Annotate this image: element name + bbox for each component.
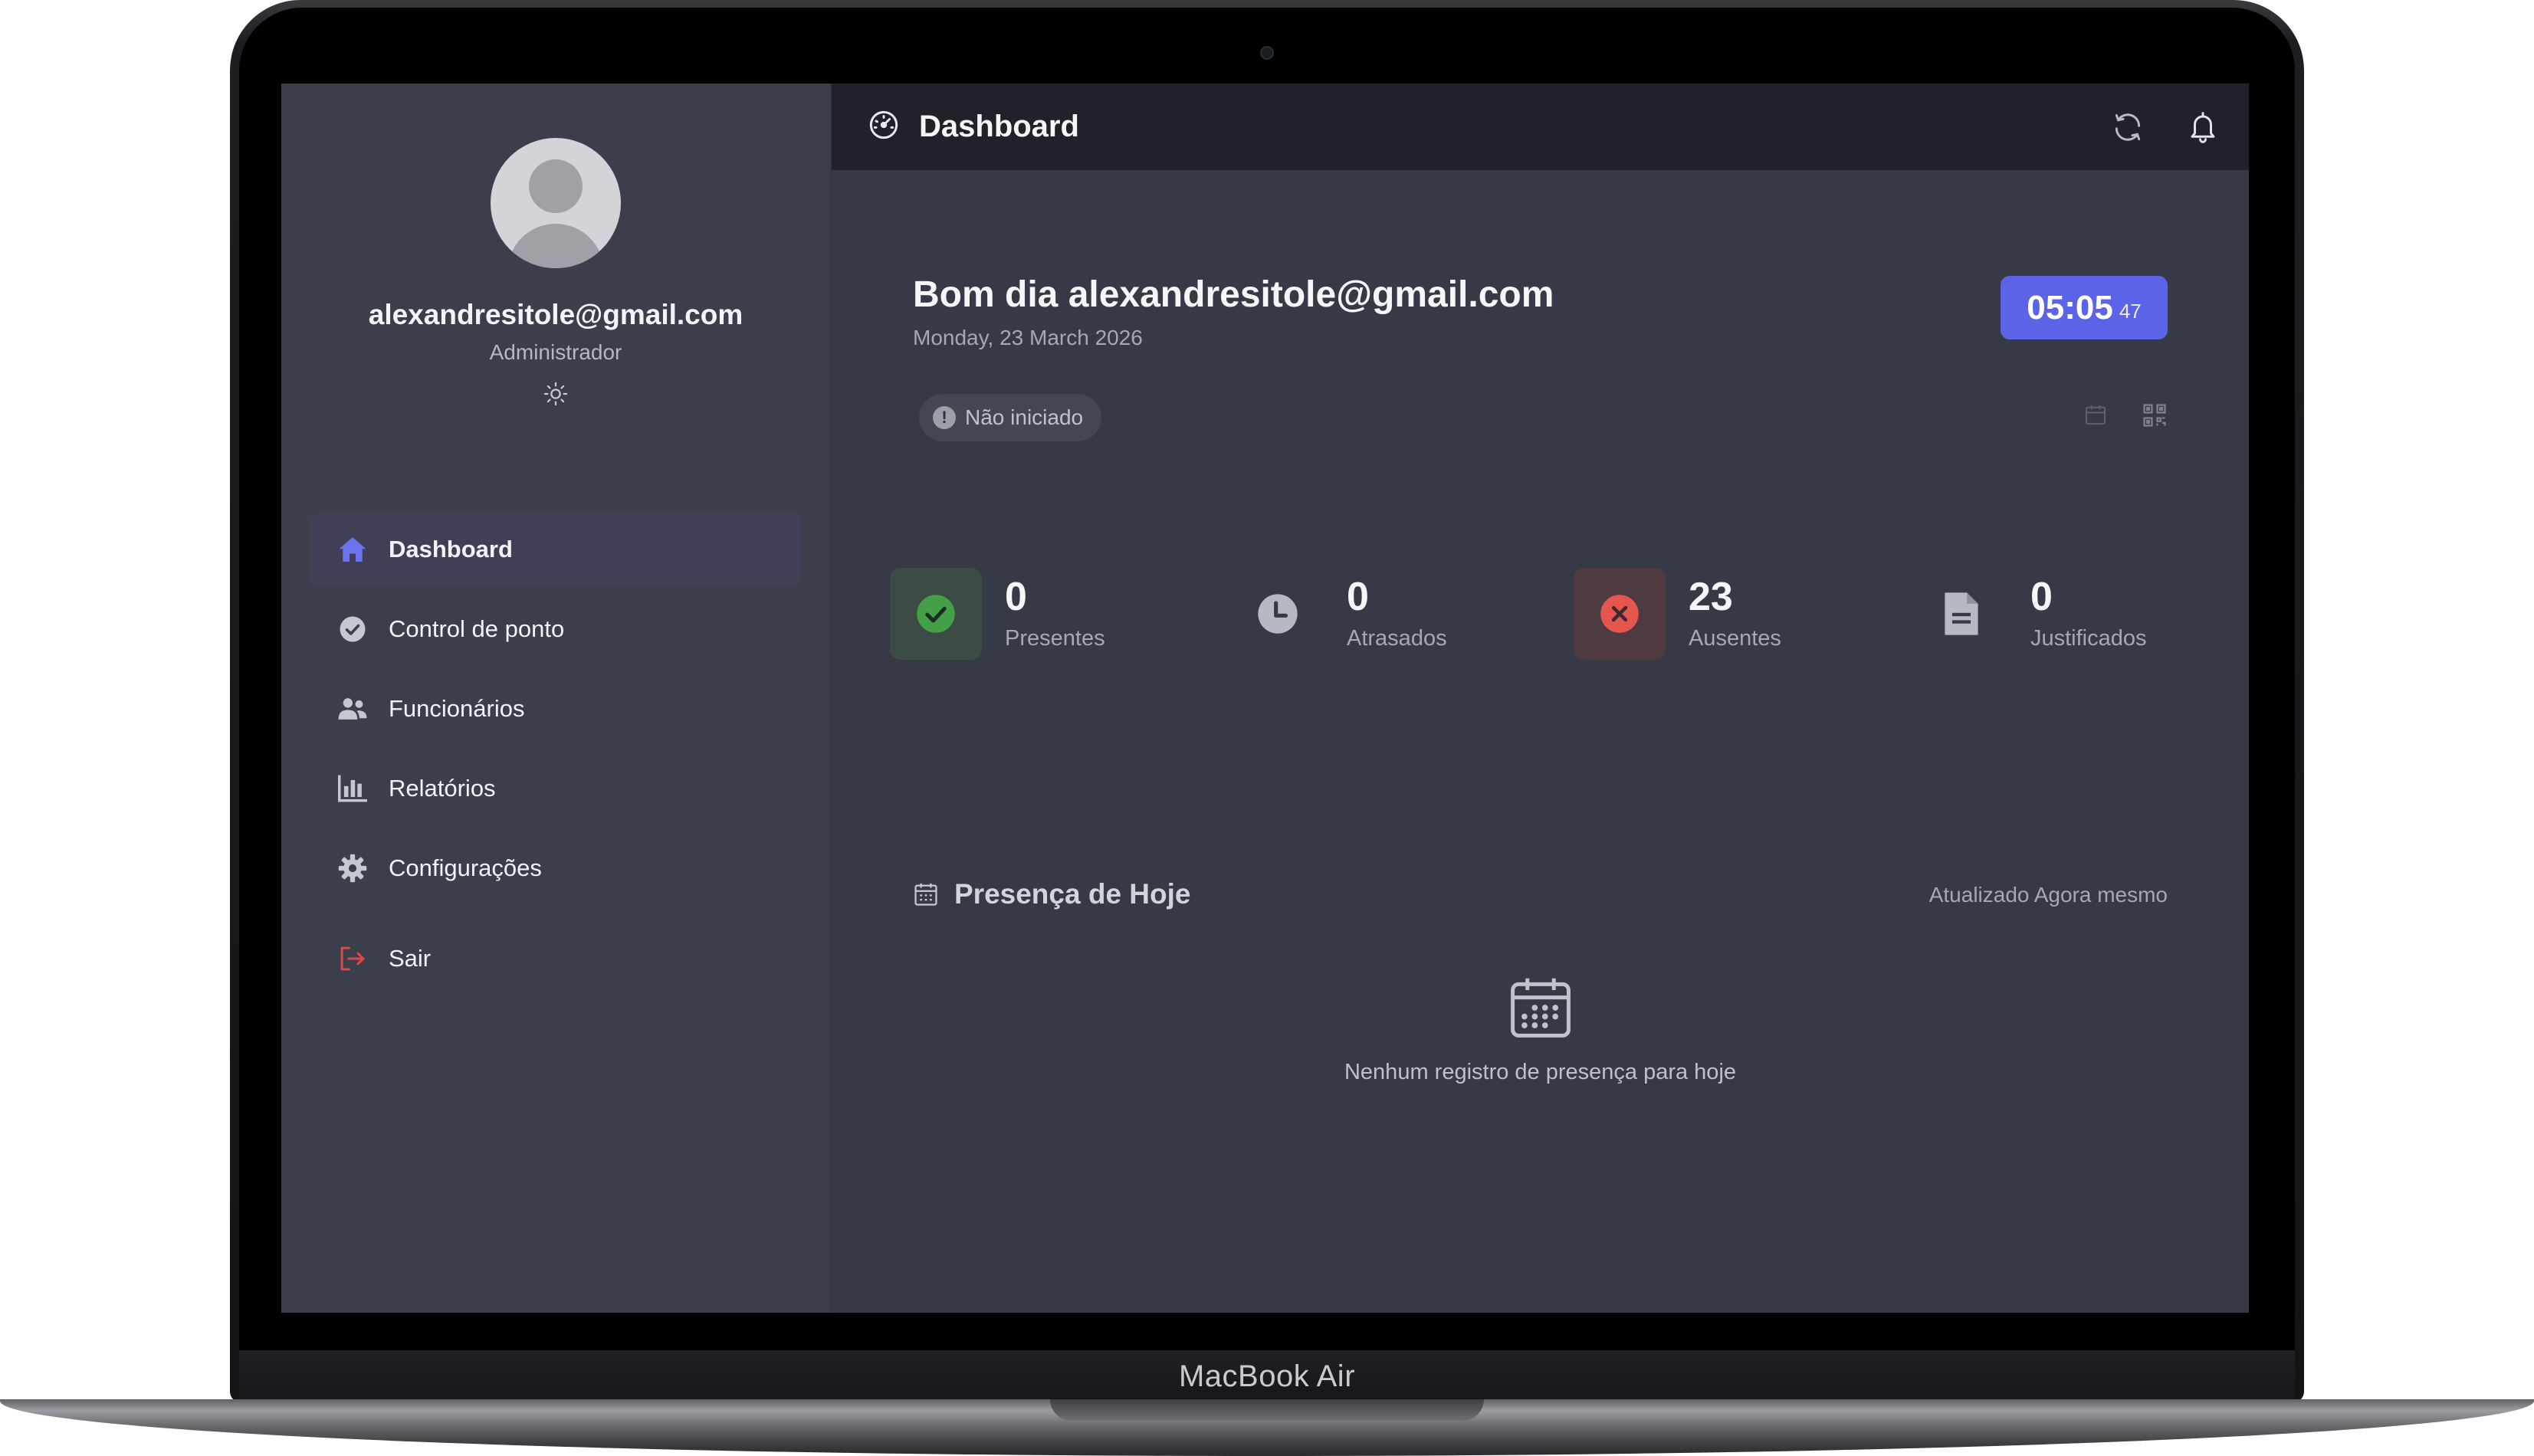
stat-label: Ausentes [1689, 625, 1781, 651]
calendar-empty-icon [1510, 978, 1571, 1038]
toolbar-icons [2083, 402, 2168, 432]
sidebar-item-funcionarios[interactable]: Funcionários [310, 672, 801, 746]
status-badge: ! Não iniciado [919, 394, 1102, 441]
stat-presentes[interactable]: 0 Presentes [890, 568, 1105, 660]
laptop-chin: MacBook Air [239, 1350, 2295, 1402]
stat-justificados[interactable]: 0 Justificados [1915, 568, 2147, 660]
stat-value: 0 [1347, 574, 1369, 619]
calendar-icon[interactable] [2083, 402, 2108, 432]
document-icon [1945, 592, 1978, 635]
qr-code-icon[interactable] [2142, 402, 2168, 432]
sun-icon[interactable] [540, 379, 571, 409]
clock-hours-minutes: 05:05 [2027, 288, 2113, 326]
check-circle-icon [336, 613, 369, 645]
stats-row: 0 Presentes 0 Atrasados 23 Ausentes 0 Ju… [890, 568, 2249, 660]
empty-state-text: Nenhum registro de presença para hoje [1344, 1060, 1737, 1084]
page-title: Dashboard [919, 110, 1079, 143]
sidebar-item-configuracoes[interactable]: Configurações [310, 831, 801, 905]
check-icon [917, 595, 955, 633]
stat-label: Justificados [2030, 625, 2147, 651]
bar-chart-icon [336, 772, 369, 805]
stat-atrasados[interactable]: 0 Atrasados [1232, 568, 1447, 660]
section-title-text: Presença de Hoje [954, 878, 1191, 910]
avatar[interactable] [491, 138, 621, 268]
sidebar-item-label: Relatórios [389, 775, 496, 802]
refresh-icon[interactable] [2109, 109, 2146, 146]
sidebar-item-dashboard[interactable]: Dashboard [310, 513, 801, 586]
attendance-empty-state: Nenhum registro de presença para hoje [832, 972, 2249, 1085]
sidebar-item-label: Sair [389, 945, 432, 972]
stat-value: 0 [2030, 574, 2053, 619]
clock-seconds: 47 [2119, 300, 2142, 323]
status-label: Não iniciado [965, 405, 1084, 429]
alert-icon: ! [933, 406, 956, 429]
stat-icon-container [1574, 568, 1666, 660]
sidebar-item-relatorios[interactable]: Relatórios [310, 752, 801, 825]
user-role: Administrador [489, 340, 622, 364]
stat-value: 0 [1005, 574, 1027, 619]
laptop-hinge-notch [1050, 1399, 1484, 1421]
bell-icon[interactable] [2184, 109, 2221, 146]
sidebar-nav: Dashboard Control de ponto Funcionários … [310, 513, 801, 1002]
sidebar-item-label: Configurações [389, 854, 542, 881]
stat-ausentes[interactable]: 23 Ausentes [1574, 568, 1781, 660]
gear-icon [336, 852, 369, 884]
clock-badge: 05:05 47 [2001, 276, 2168, 339]
webcam [1260, 46, 1274, 60]
home-icon [336, 533, 369, 566]
user-email: alexandresitole@gmail.com [368, 299, 743, 330]
sidebar-item-control-de-ponto[interactable]: Control de ponto [310, 592, 801, 666]
stat-icon-container [890, 568, 982, 660]
sidebar-item-label: Funcionários [389, 695, 525, 722]
stat-icon-container [1915, 568, 2007, 660]
avatar-body [507, 224, 604, 268]
current-date: Monday, 23 March 2026 [913, 326, 1143, 349]
avatar-head [529, 159, 583, 213]
main-content: Dashboard Bom dia alexandresitole@gmail.… [832, 84, 2249, 1313]
stat-label: Presentes [1005, 625, 1105, 651]
app-screen: alexandresitole@gmail.com Administrador … [281, 84, 2249, 1313]
sidebar: alexandresitole@gmail.com Administrador … [281, 84, 832, 1313]
topbar: Dashboard [832, 84, 2249, 170]
device-label: MacBook Air [1178, 1359, 1356, 1393]
stat-icon-container [1232, 568, 1324, 660]
updated-timestamp: Atualizado Agora mesmo [1928, 883, 2168, 907]
attendance-section-title: Presença de Hoje [913, 878, 1190, 910]
sidebar-item-label: Control de ponto [389, 615, 565, 642]
topbar-actions [2109, 84, 2221, 170]
greeting-heading: Bom dia alexandresitole@gmail.com [913, 274, 1554, 315]
speedometer-icon [868, 110, 899, 144]
sidebar-item-sair[interactable]: Sair [310, 922, 801, 995]
clock-icon [1258, 594, 1298, 634]
stat-value: 23 [1689, 574, 1733, 619]
calendar-icon [913, 880, 940, 908]
users-icon [336, 693, 369, 725]
logout-icon [336, 943, 369, 975]
sidebar-item-label: Dashboard [389, 536, 513, 562]
stat-label: Atrasados [1347, 625, 1447, 651]
x-icon [1600, 595, 1639, 633]
